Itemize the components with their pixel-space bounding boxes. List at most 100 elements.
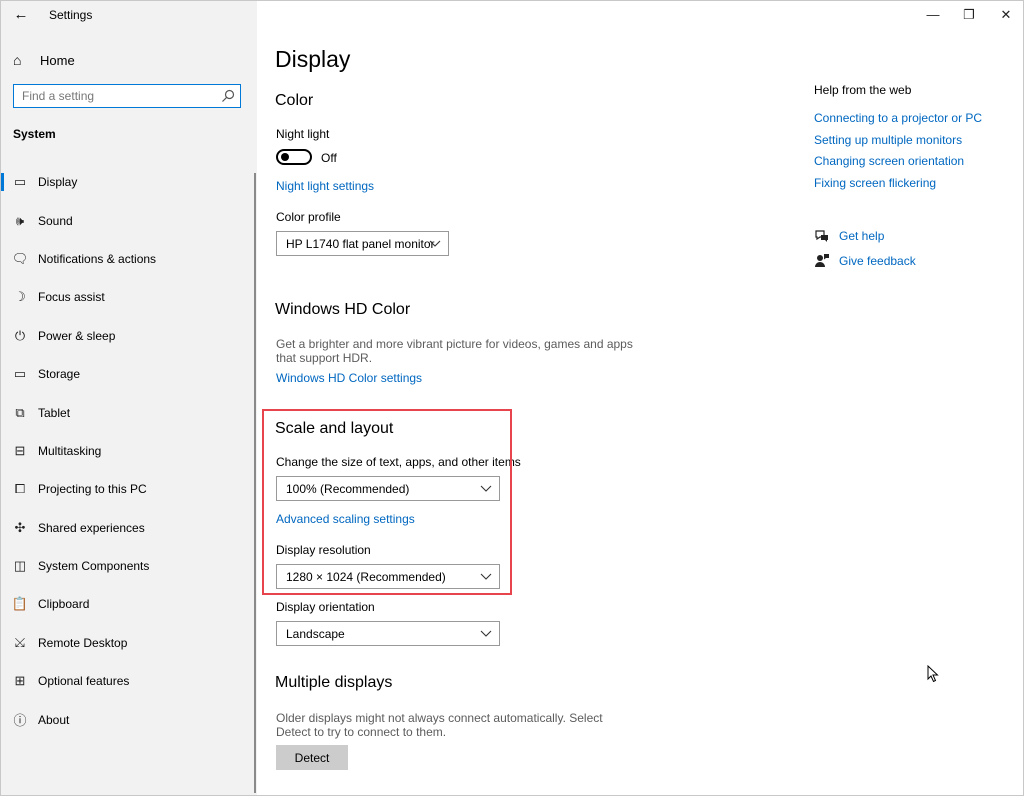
home-icon: ⌂ <box>13 52 22 68</box>
sidebar-item-label: Focus assist <box>38 290 105 305</box>
night-light-toggle[interactable] <box>276 149 312 165</box>
help-link-screen-orientation[interactable]: Changing screen orientation <box>814 154 964 168</box>
power-icon: ⏻ <box>14 327 26 343</box>
section-label-system: System <box>13 127 56 141</box>
multiple-displays-description: Older displays might not always connect … <box>276 711 603 739</box>
sidebar-item-power-sleep[interactable]: ⏻ Power & sleep <box>1 317 253 355</box>
tablet-icon: ⧉ <box>15 404 25 420</box>
detect-button[interactable]: Detect <box>276 745 348 770</box>
orientation-label: Display orientation <box>276 600 375 614</box>
help-title: Help from the web <box>814 83 912 97</box>
notification-icon: 🗨 <box>11 250 29 266</box>
back-arrow-icon[interactable]: ← <box>11 5 31 25</box>
sidebar-item-about[interactable]: ⓘ About <box>1 700 253 738</box>
sidebar-item-multitasking[interactable]: ⊟ Multitasking <box>1 432 253 470</box>
scale-layout-heading: Scale and layout <box>275 420 394 437</box>
sidebar-item-remote-desktop[interactable]: ⤩ Remote Desktop <box>1 624 253 662</box>
sidebar-item-label: System Components <box>38 559 150 574</box>
help-link-multiple-monitors[interactable]: Setting up multiple monitors <box>814 133 962 147</box>
resolution-label: Display resolution <box>276 543 371 557</box>
projector-icon: ⧠ <box>14 481 26 497</box>
orientation-value: Landscape <box>286 627 345 641</box>
give-feedback-link[interactable]: Give feedback <box>814 253 916 269</box>
main-content: Display Color Night light Off Night ligh… <box>257 1 1023 795</box>
sidebar-item-label: Remote Desktop <box>38 635 128 650</box>
sidebar-item-label: Clipboard <box>38 597 90 612</box>
search-box[interactable] <box>13 84 241 108</box>
chevron-down-icon <box>480 485 492 492</box>
sidebar-item-projecting[interactable]: ⧠ Projecting to this PC <box>1 470 253 508</box>
sidebar-item-notifications[interactable]: 🗨 Notifications & actions <box>1 240 253 278</box>
multitasking-icon: ⊟ <box>14 442 26 458</box>
sidebar-item-label: Projecting to this PC <box>38 482 147 497</box>
chevron-down-icon <box>429 240 441 247</box>
components-icon: ◫ <box>13 558 27 574</box>
home-nav-item[interactable]: ⌂ Home <box>13 50 75 70</box>
sidebar-item-tablet[interactable]: ⧉ Tablet <box>1 393 253 431</box>
chevron-down-icon <box>480 630 492 637</box>
moon-icon: ☽ <box>14 289 26 305</box>
home-label: Home <box>40 52 75 68</box>
color-profile-dropdown[interactable]: HP L1740 flat panel monitor <box>276 231 449 256</box>
night-light-label: Night light <box>276 127 330 141</box>
clipboard-icon: 📋 <box>11 596 29 612</box>
monitor-icon: ▭ <box>13 174 27 190</box>
sidebar-item-system-components[interactable]: ◫ System Components <box>1 547 253 585</box>
toggle-knob <box>281 153 289 161</box>
sidebar-item-label: Power & sleep <box>38 328 116 343</box>
give-feedback-label: Give feedback <box>839 254 916 268</box>
sidebar-item-optional-features[interactable]: ⊞ Optional features <box>1 662 253 700</box>
sidebar-item-label: Optional features <box>38 674 130 689</box>
text-size-label: Change the size of text, apps, and other… <box>276 455 521 469</box>
remote-desktop-icon: ⤩ <box>14 634 26 650</box>
settings-window: ← Settings ⌂ Home System ▭ Display 🕪 Sou… <box>0 0 1024 796</box>
color-heading: Color <box>275 92 314 109</box>
sidebar-item-label: Storage <box>38 367 81 382</box>
storage-icon: ▭ <box>13 366 27 382</box>
sidebar-item-label: Shared experiences <box>38 520 145 535</box>
color-profile-value: HP L1740 flat panel monitor <box>286 237 435 251</box>
search-icon[interactable] <box>220 88 236 104</box>
help-link-projector[interactable]: Connecting to a projector or PC <box>814 111 982 125</box>
sidebar-item-label: Tablet <box>38 405 71 420</box>
scale-value: 100% (Recommended) <box>286 482 410 496</box>
sidebar-item-sound[interactable]: 🕪 Sound <box>1 201 253 239</box>
orientation-dropdown[interactable]: Landscape <box>276 621 500 646</box>
chevron-down-icon <box>480 573 492 580</box>
window-title: Settings <box>49 8 93 22</box>
hd-color-settings-link[interactable]: Windows HD Color settings <box>276 370 422 386</box>
sidebar: ← Settings ⌂ Home System ▭ Display 🕪 Sou… <box>1 1 257 795</box>
color-profile-label: Color profile <box>276 210 341 224</box>
sidebar-item-clipboard[interactable]: 📋 Clipboard <box>1 585 253 623</box>
multiple-displays-heading: Multiple displays <box>275 674 393 691</box>
info-icon: ⓘ <box>13 713 27 729</box>
resolution-value: 1280 × 1024 (Recommended) <box>286 570 446 584</box>
resolution-dropdown[interactable]: 1280 × 1024 (Recommended) <box>276 564 500 589</box>
hd-color-description: Get a brighter and more vibrant picture … <box>276 337 633 365</box>
search-input[interactable] <box>22 88 212 104</box>
get-help-link[interactable]: Get help <box>814 228 884 244</box>
scale-dropdown[interactable]: 100% (Recommended) <box>276 476 500 501</box>
sidebar-item-label: Notifications & actions <box>38 251 157 266</box>
sidebar-item-label: Multitasking <box>38 443 102 458</box>
sidebar-item-label: Sound <box>38 213 73 228</box>
chat-help-icon <box>815 230 828 242</box>
sidebar-item-storage[interactable]: ▭ Storage <box>1 355 253 393</box>
shared-experiences-icon: ✣ <box>14 519 26 535</box>
sidebar-item-shared-experiences[interactable]: ✣ Shared experiences <box>1 509 253 547</box>
night-light-settings-link[interactable]: Night light settings <box>276 178 374 194</box>
advanced-scaling-link[interactable]: Advanced scaling settings <box>276 511 415 527</box>
sidebar-item-label: Display <box>38 175 78 190</box>
sidebar-nav: ▭ Display 🕪 Sound 🗨 Notifications & acti… <box>1 163 253 739</box>
get-help-label: Get help <box>839 229 885 243</box>
sidebar-item-display[interactable]: ▭ Display <box>1 163 253 201</box>
feedback-icon <box>815 254 829 267</box>
help-link-screen-flickering[interactable]: Fixing screen flickering <box>814 176 936 190</box>
sidebar-scrollbar[interactable] <box>254 173 256 793</box>
sidebar-item-focus-assist[interactable]: ☽ Focus assist <box>1 278 253 316</box>
page-title: Display <box>275 46 351 72</box>
optional-features-icon: ⊞ <box>14 673 26 689</box>
hd-color-heading: Windows HD Color <box>275 301 411 318</box>
night-light-state: Off <box>321 151 337 165</box>
sidebar-item-label: About <box>38 712 70 727</box>
